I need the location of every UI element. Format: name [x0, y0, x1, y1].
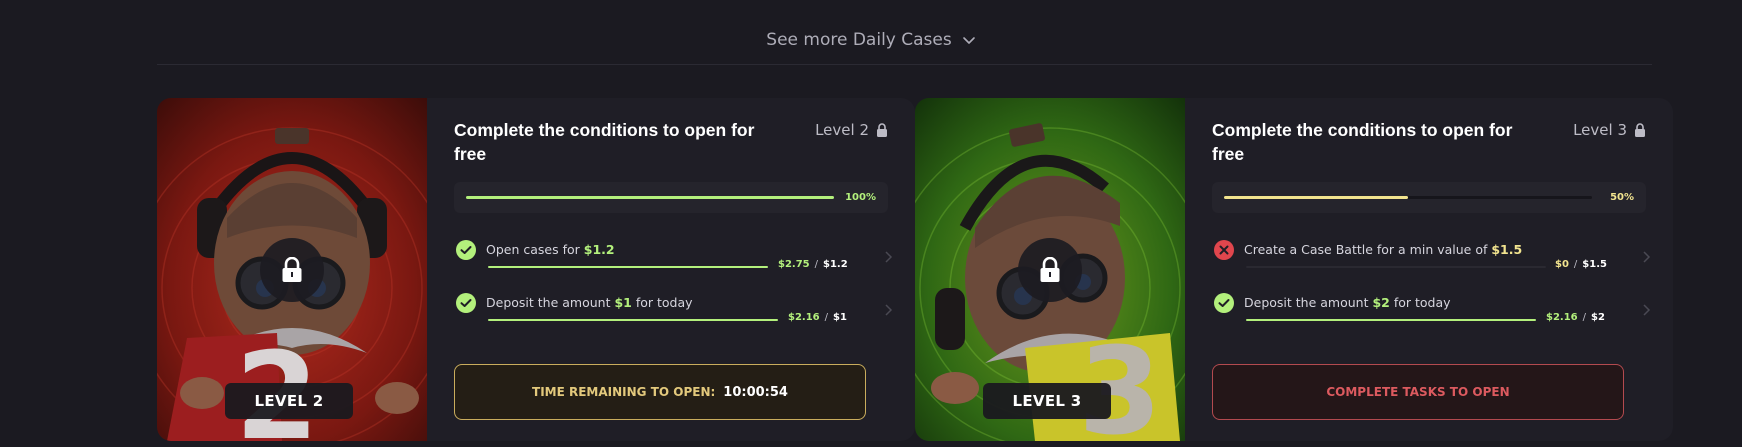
chevron-right-icon[interactable]	[1641, 250, 1651, 264]
task-row[interactable]: Deposit the amount $2 for today $2.16/$2	[1212, 291, 1651, 325]
case-conditions-panel: Complete the conditions to open for free…	[427, 98, 915, 441]
check-circle-icon	[1214, 293, 1234, 313]
level-badge: LEVEL 2	[225, 383, 353, 419]
locked-case-lock-button	[1018, 238, 1082, 302]
task-progress-bar	[1246, 319, 1536, 321]
level-label: Level 3	[1573, 121, 1627, 139]
section-divider	[157, 64, 1652, 65]
task-current: $2.75	[778, 259, 810, 270]
progress-track	[466, 196, 834, 199]
check-circle-icon	[456, 240, 476, 260]
case-artwork: 2 LEVEL 2	[157, 98, 427, 441]
time-remaining-label: TIME REMAINING TO OPEN:	[532, 385, 716, 399]
task-target: $1.2	[823, 259, 848, 270]
task-row[interactable]: Open cases for $1.2 $2.75/$1.2	[454, 238, 893, 272]
daily-case-card-level-2: 2 LEVEL 2 Complete the conditions to ope…	[157, 98, 915, 441]
case-artwork: 3 LEVEL 3	[915, 98, 1185, 441]
card-title: Complete the conditions to open for free	[454, 120, 755, 164]
x-circle-icon	[1214, 240, 1234, 260]
chevron-right-icon[interactable]	[883, 250, 893, 264]
task-amount: $2.16/$2	[1546, 312, 1605, 323]
task-progress-bar	[488, 319, 778, 321]
daily-case-card-level-3: 3 LEVEL 3 Complete the conditions to ope…	[915, 98, 1673, 441]
chevron-down-icon	[962, 37, 975, 44]
lock-icon	[1040, 257, 1060, 282]
task-label: Create a Case Battle for a min value of …	[1244, 242, 1523, 257]
task-target: $1	[833, 312, 847, 323]
progress-fill	[1224, 196, 1408, 199]
check-circle-icon	[456, 293, 476, 313]
see-more-daily-cases-button[interactable]: See more Daily Cases	[0, 30, 1742, 50]
lock-icon	[282, 257, 302, 282]
overall-progress: 100%	[454, 182, 888, 213]
complete-tasks-label: COMPLETE TASKS TO OPEN	[1326, 385, 1510, 399]
svg-text:3: 3	[1078, 323, 1162, 441]
task-amount: $2.75/$1.2	[778, 259, 848, 270]
progress-fill	[466, 196, 834, 199]
level-label: Level 2	[815, 121, 869, 139]
countdown-timer: 10:00:54	[723, 384, 788, 400]
task-highlight: $1.2	[583, 242, 615, 257]
task-highlight: $2	[1372, 295, 1390, 310]
task-progress-bar	[1246, 266, 1546, 268]
task-label: Open cases for $1.2	[486, 242, 615, 257]
task-highlight: $1	[614, 295, 632, 310]
level-indicator: Level 2	[815, 121, 888, 139]
chevron-right-icon[interactable]	[883, 303, 893, 317]
task-row[interactable]: Deposit the amount $1 for today $2.16/$1	[454, 291, 893, 325]
task-label: Deposit the amount $2 for today	[1244, 295, 1451, 310]
task-amount: $0/$1.5	[1555, 259, 1607, 270]
locked-case-lock-button	[260, 238, 324, 302]
see-more-label: See more Daily Cases	[766, 30, 952, 50]
task-progress-bar	[488, 266, 768, 268]
task-target: $1.5	[1582, 259, 1607, 270]
task-amount: $2.16/$1	[788, 312, 847, 323]
task-target: $2	[1591, 312, 1605, 323]
overall-progress: 50%	[1212, 182, 1646, 213]
case-conditions-panel: Complete the conditions to open for free…	[1185, 98, 1673, 441]
progress-percent: 50%	[1610, 192, 1634, 203]
task-row[interactable]: Create a Case Battle for a min value of …	[1212, 238, 1651, 272]
lock-icon	[877, 123, 887, 137]
complete-tasks-button[interactable]: COMPLETE TASKS TO OPEN	[1212, 364, 1624, 420]
level-indicator: Level 3	[1573, 121, 1646, 139]
progress-track	[1224, 196, 1592, 199]
task-label: Deposit the amount $1 for today	[486, 295, 693, 310]
chevron-right-icon[interactable]	[1641, 303, 1651, 317]
task-current: $2.16	[788, 312, 820, 323]
task-highlight: $1.5	[1491, 242, 1523, 257]
lock-icon	[1635, 123, 1645, 137]
time-remaining-button[interactable]: TIME REMAINING TO OPEN: 10:00:54	[454, 364, 866, 420]
task-current: $0	[1555, 259, 1569, 270]
progress-percent: 100%	[845, 192, 876, 203]
card-title: Complete the conditions to open for free	[1212, 120, 1513, 164]
level-badge: LEVEL 3	[983, 383, 1111, 419]
task-current: $2.16	[1546, 312, 1578, 323]
